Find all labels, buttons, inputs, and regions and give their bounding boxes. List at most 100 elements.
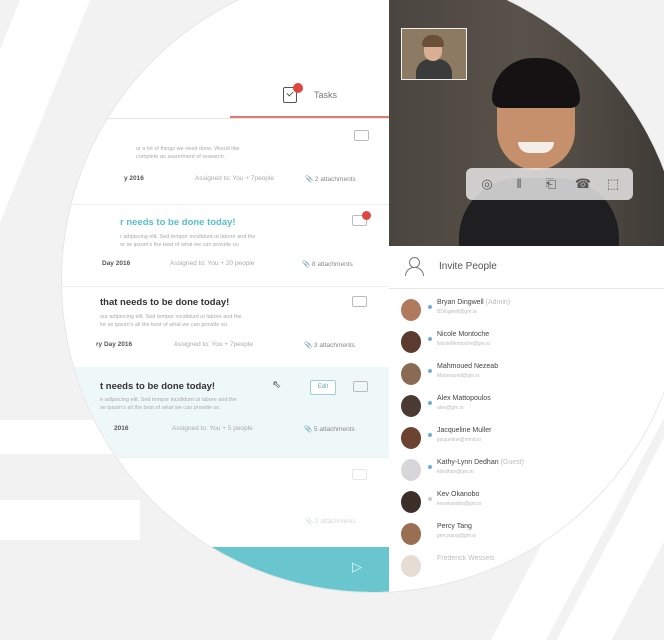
person-icon <box>405 257 424 276</box>
edit-button[interactable]: Edit <box>310 380 336 395</box>
contact-email: BDingwell@gm.io <box>437 309 477 315</box>
avatar <box>401 491 421 513</box>
contact-item[interactable]: Kathy-Lynn Dedhan (Guest) kdedhan@gm.io <box>389 456 664 486</box>
camera-icon[interactable]: ◎ <box>478 175 496 193</box>
task-description: lor se ipsum's all the best of what we c… <box>100 322 228 328</box>
task-assigned: Assigned to: You + 5 people <box>172 425 253 432</box>
attachments-link[interactable]: 📎 2 attachments <box>305 517 356 525</box>
attachments-link[interactable]: 📎 5 attachments <box>304 425 355 433</box>
send-icon[interactable]: ▷ <box>352 559 362 575</box>
tab-bar: Tasks <box>62 70 389 119</box>
fullscreen-icon[interactable]: ⬚ <box>604 175 622 193</box>
task-description: complete an assortment of research. <box>136 154 226 160</box>
online-status-dot <box>428 433 432 437</box>
contact-item[interactable]: Nicole Montoche NicoleMontoche@gm.io ☂ <box>389 328 664 358</box>
comment-icon[interactable] <box>352 469 367 480</box>
contact-item[interactable]: Kev Okanobo kevokanobo@gm.io <box>389 488 664 518</box>
task-card[interactable]: that needs to be done today! our adipisc… <box>62 286 389 368</box>
task-assigned: Assigned to: You + 7people <box>195 175 274 182</box>
task-description: ur a lot of things we need done. Would l… <box>136 146 240 152</box>
comment-icon[interactable] <box>354 130 369 141</box>
task-card[interactable]: t needs to be done today! ⇖ Edit e adipi… <box>62 367 389 458</box>
task-description: se ipsum's all the best of what we can p… <box>100 405 220 411</box>
mouse-cursor-icon: ⇖ <box>272 379 282 391</box>
task-date: ry Day 2016 <box>96 341 133 348</box>
task-description: r adipiscing elit. Sed tempor incididunt… <box>120 234 256 240</box>
task-card[interactable]: r needs to be done today! r adipiscing e… <box>62 204 389 287</box>
contact-name: Kathy-Lynn Dedhan (Guest) <box>437 459 524 466</box>
notification-badge <box>293 83 303 93</box>
attachments-link[interactable]: 📎 2 attachments <box>305 175 356 183</box>
paperclip-icon: 📎 <box>304 342 313 349</box>
avatar <box>401 299 421 321</box>
self-view-thumbnail[interactable] <box>401 28 467 80</box>
online-status-dot <box>428 497 432 501</box>
task-description: e adipiscing elit. Sed tempor incididunt… <box>100 397 237 403</box>
call-controls-bar: ◎ ‖ ⎗ ☎ ⬚ <box>466 168 633 200</box>
contact-email: Mahmoued@gm.io <box>437 373 480 379</box>
contact-name: Percy Tang <box>437 523 472 530</box>
contact-email: NicoleMontoche@gm.io <box>437 341 491 347</box>
contact-name: Mahmoued Nezeab <box>437 363 499 370</box>
task-date: y 2016 <box>124 175 144 182</box>
active-tab-indicator <box>230 116 389 118</box>
avatar <box>401 427 421 449</box>
task-title[interactable]: t needs to be done today! <box>100 381 215 392</box>
contact-name: Alex Mattopoulos <box>437 395 491 402</box>
message-composer-bar[interactable]: ▷ <box>62 547 389 592</box>
tab-label: Tasks <box>314 90 338 100</box>
contact-item[interactable]: Mahmoued Nezeab Mahmoued@gm.io ▯ <box>389 360 664 390</box>
attachments-link[interactable]: 📎 3 attachments <box>304 341 355 349</box>
contact-name: Frederick Wessels <box>437 555 495 562</box>
online-status-dot <box>428 465 432 469</box>
invite-people-panel: Invite People Bryan Dingwell (Admin) BDi… <box>389 246 664 592</box>
task-date: Day 2016 <box>102 260 131 267</box>
contact-name: Bryan Dingwell (Admin) <box>437 299 511 306</box>
contact-email: kdedhan@gm.io <box>437 469 474 475</box>
task-title[interactable]: that needs to be done today! <box>100 297 229 308</box>
attachments-link[interactable]: 📎 8 attachments <box>302 260 353 268</box>
contact-name: Nicole Montoche <box>437 331 490 338</box>
contact-item[interactable]: Percy Tang percytang@gm.io <box>389 520 664 550</box>
contact-item[interactable]: Alex Mattopoulos alex@gm.io <box>389 392 664 422</box>
contact-item[interactable]: Jacqueline Muller jacqueline@mmd.io <box>389 424 664 454</box>
avatar <box>401 555 421 577</box>
contact-email: kevokanobo@gm.io <box>437 501 482 507</box>
participant-video <box>518 142 554 153</box>
comment-icon[interactable] <box>352 296 367 307</box>
task-title[interactable]: r needs to be done today! <box>120 217 236 228</box>
share-screen-icon[interactable]: ⎗ <box>542 175 560 193</box>
task-date: 2016 <box>114 425 129 432</box>
avatar <box>401 331 421 353</box>
task-description: our adipiscing elit. Sed tempor incididu… <box>100 314 242 320</box>
task-card[interactable]: ur a lot of things we need done. Would l… <box>62 120 389 205</box>
avatar <box>401 395 421 417</box>
microphone-icon[interactable]: ‖ <box>510 175 528 193</box>
task-description: or se ipsum's the best of what we can pr… <box>120 242 239 248</box>
tab-tasks[interactable]: Tasks <box>230 70 389 118</box>
comment-icon[interactable] <box>353 381 368 392</box>
video-call-view: ◎ ‖ ⎗ ☎ ⬚ <box>389 0 664 246</box>
contact-email: alex@gm.io <box>437 405 464 411</box>
contact-email: jacqueline@mmd.io <box>437 437 481 443</box>
paperclip-icon: 📎 <box>304 426 313 433</box>
online-status-dot <box>428 305 432 309</box>
online-status-dot <box>428 337 432 341</box>
online-status-dot <box>428 369 432 373</box>
contact-name: Kev Okanobo <box>437 491 480 498</box>
invite-header[interactable]: Invite People <box>389 246 664 289</box>
paperclip-icon: 📎 <box>305 176 314 183</box>
invite-title: Invite People <box>439 261 497 272</box>
app-circle-frame: Tasks ur a lot of things we need done. W… <box>62 0 664 592</box>
paperclip-icon: 📎 <box>305 518 314 525</box>
contact-item[interactable]: Frederick Wessels <box>389 552 664 582</box>
task-assigned: Assigned to: You + 20 people <box>170 260 255 267</box>
contact-email: percytang@gm.io <box>437 533 477 539</box>
online-status-dot <box>428 401 432 405</box>
hang-up-icon[interactable]: ☎ <box>574 175 592 193</box>
avatar <box>401 459 421 481</box>
contact-item[interactable]: Bryan Dingwell (Admin) BDingwell@gm.io <box>389 296 664 326</box>
self-view-thumbnail <box>416 59 452 79</box>
task-card[interactable]: 📎 2 attachments <box>62 457 389 547</box>
task-assigned: Assigned to: You + 7people <box>174 341 253 348</box>
